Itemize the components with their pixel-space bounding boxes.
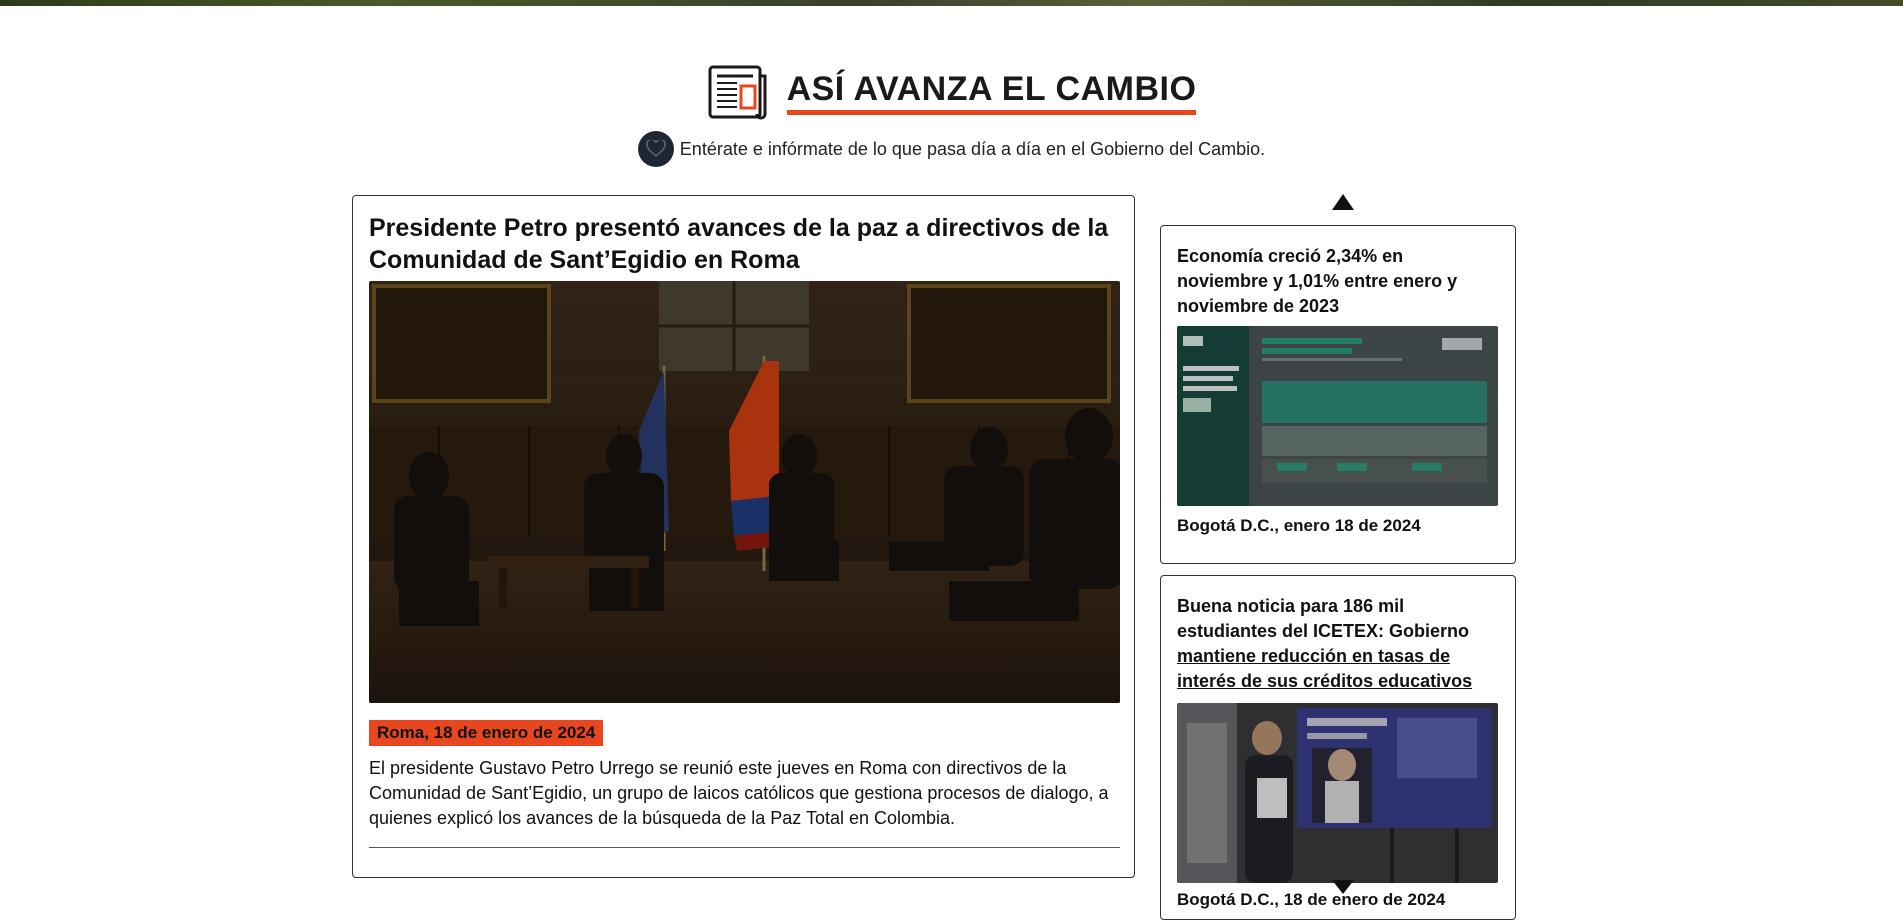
featured-article-title[interactable]: Presidente Petro presentó avances de la … <box>369 212 1129 276</box>
top-banner-strip <box>0 0 1903 6</box>
section-header: ASÍ AVANZA EL CAMBIO <box>0 62 1903 122</box>
sidebar-news-date: Bogotá D.C., 18 de enero de 2024 <box>1177 890 1446 909</box>
sidebar-news-title-link[interactable]: mantiene reducción en tasas de interés d… <box>1177 646 1472 691</box>
carousel-down-arrow-icon[interactable] <box>1332 880 1354 894</box>
featured-article-image[interactable] <box>369 281 1120 703</box>
section-subtitle-row: Entérate e infórmate de lo que pasa día … <box>0 130 1903 168</box>
section-title: ASÍ AVANZA EL CAMBIO <box>786 69 1197 115</box>
sidebar-news-image[interactable] <box>1177 703 1498 883</box>
sidebar-news-card[interactable]: Buena noticia para 186 mil estudiantes d… <box>1160 575 1516 920</box>
sidebar-news-card[interactable]: Economía creció 2,34% en noviembre y 1,0… <box>1160 225 1516 564</box>
featured-article-excerpt: El presidente Gustavo Petro Urrego se re… <box>369 758 1109 828</box>
card-divider <box>369 847 1120 848</box>
section-subtitle: Entérate e infórmate de lo que pasa día … <box>679 138 1266 159</box>
carousel-up-arrow-icon[interactable] <box>1332 194 1354 210</box>
sidebar-news-image[interactable] <box>1177 326 1498 506</box>
featured-article-date: Roma, 18 de enero de 2024 <box>369 720 604 746</box>
sidebar-news-title[interactable]: Economía creció 2,34% en noviembre y 1,0… <box>1177 244 1497 319</box>
sidebar-news-title[interactable]: Buena noticia para 186 mil estudiantes d… <box>1177 594 1497 694</box>
sidebar-news-title-part1: Buena noticia para 186 mil estudiantes d… <box>1177 596 1470 641</box>
heart-badge-icon <box>637 131 674 167</box>
sidebar-news-date: Bogotá D.C., enero 18 de 2024 <box>1177 516 1421 535</box>
featured-article-card[interactable]: Presidente Petro presentó avances de la … <box>352 195 1135 878</box>
newspaper-icon <box>708 65 767 120</box>
